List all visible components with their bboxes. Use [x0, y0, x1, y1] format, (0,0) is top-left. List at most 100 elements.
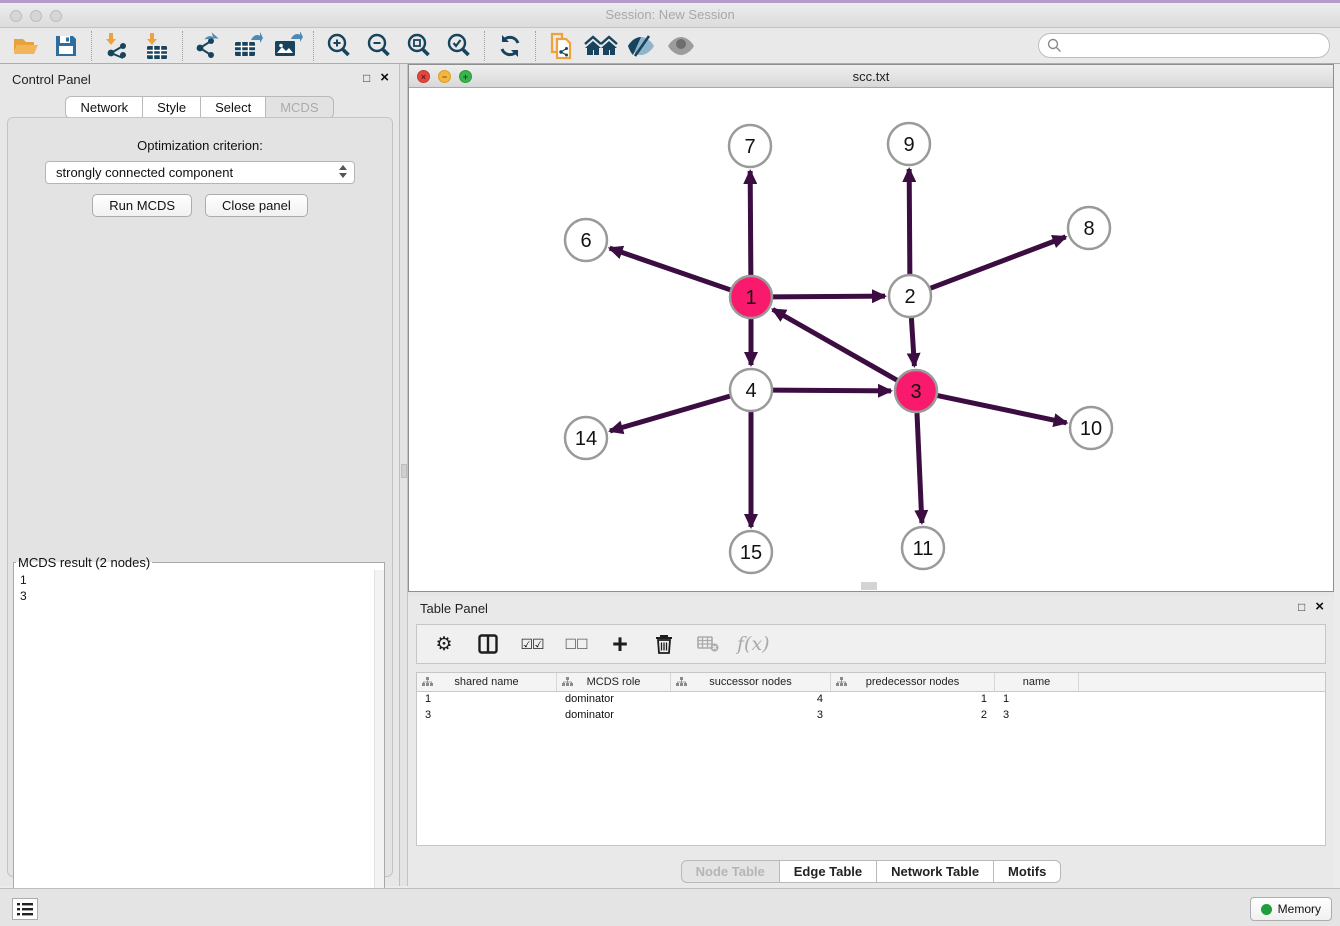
- export-network-icon: [193, 32, 223, 60]
- graph-edge-1-6[interactable]: [610, 248, 731, 290]
- table-panel: Table Panel □ × ⚙ ☑☑ ☐☐ + f(x) shared na…: [408, 596, 1334, 888]
- table-cell[interactable]: dominator: [557, 692, 671, 708]
- table-cell[interactable]: 1: [417, 692, 557, 708]
- zoom-out-button[interactable]: [359, 30, 399, 62]
- open-session-button[interactable]: [6, 30, 46, 62]
- graph-edge-2-3[interactable]: [911, 318, 914, 366]
- graph-edge-3-11[interactable]: [917, 413, 922, 523]
- graph-node-label: 4: [745, 380, 756, 402]
- close-panel-icon[interactable]: ×: [380, 71, 389, 85]
- export-network-button[interactable]: [188, 30, 228, 62]
- search-input[interactable]: [1038, 33, 1330, 58]
- table-body: 1dominator4113dominator323: [417, 692, 1325, 724]
- tab-motifs[interactable]: Motifs: [993, 860, 1061, 883]
- table-cell[interactable]: 1: [995, 692, 1079, 708]
- hierarchy-icon: [562, 677, 573, 687]
- export-image-button[interactable]: [268, 30, 308, 62]
- graph-edge-4-3[interactable]: [773, 390, 891, 391]
- table-cell[interactable]: dominator: [557, 708, 671, 724]
- import-network-button[interactable]: [97, 30, 137, 62]
- graph-edge-1-7[interactable]: [750, 171, 751, 275]
- network-window-titlebar[interactable]: × − + scc.txt: [409, 65, 1333, 88]
- col-shared-name[interactable]: shared name: [417, 673, 557, 691]
- graph-edge-2-9[interactable]: [909, 169, 910, 274]
- col-successor-nodes[interactable]: successor nodes: [671, 673, 831, 691]
- dropdown-stepper-icon: [339, 165, 347, 178]
- mcds-panel: Optimization criterion: strongly connect…: [7, 117, 393, 877]
- float-panel-icon[interactable]: □: [363, 71, 370, 85]
- clone-network-button[interactable]: [541, 30, 581, 62]
- mcds-result-text[interactable]: 13: [14, 570, 384, 926]
- network-canvas[interactable]: 7968124314101511: [409, 88, 1333, 591]
- col-predecessor-nodes[interactable]: predecessor nodes: [831, 673, 995, 691]
- deselect-all-icon[interactable]: ☐☐: [561, 629, 591, 659]
- zoom-in-button[interactable]: [319, 30, 359, 62]
- titlebar: Session: New Session: [0, 3, 1340, 28]
- zoom-selected-button[interactable]: [439, 30, 479, 62]
- control-panel: Control Panel □ × Network Style Select M…: [0, 64, 400, 886]
- table-row[interactable]: 3dominator323: [417, 708, 1325, 724]
- hierarchy-icon: [836, 677, 847, 687]
- memory-button[interactable]: Memory: [1250, 897, 1332, 921]
- home-icon: [584, 33, 618, 59]
- hide-selected-icon: [626, 34, 656, 58]
- tab-node-table[interactable]: Node Table: [681, 860, 779, 883]
- tab-edge-table[interactable]: Edge Table: [779, 860, 876, 883]
- network-window: × − + scc.txt 7968124314101511: [408, 64, 1334, 592]
- home-button[interactable]: [581, 30, 621, 62]
- criterion-dropdown[interactable]: strongly connected component: [45, 161, 355, 184]
- criterion-value: strongly connected component: [56, 165, 233, 180]
- zoom-fit-button[interactable]: [399, 30, 439, 62]
- tab-style[interactable]: Style: [142, 96, 200, 119]
- vertical-splitter[interactable]: [400, 64, 408, 886]
- canvas-resize-grip[interactable]: [861, 582, 877, 590]
- network-graph[interactable]: 7968124314101511: [409, 88, 1333, 591]
- result-scrollbar[interactable]: [374, 570, 384, 926]
- graph-edge-3-10[interactable]: [938, 396, 1067, 423]
- graph-edge-1-2[interactable]: [773, 296, 885, 297]
- select-all-icon[interactable]: ☑☑: [517, 629, 547, 659]
- split-view-icon[interactable]: [473, 629, 503, 659]
- col-mcds-role[interactable]: MCDS role: [557, 673, 671, 691]
- table-cell[interactable]: 3: [995, 708, 1079, 724]
- tab-network-table[interactable]: Network Table: [876, 860, 993, 883]
- close-panel-button[interactable]: Close panel: [205, 194, 308, 217]
- memory-label: Memory: [1278, 902, 1321, 916]
- function-builder-icon[interactable]: f(x): [737, 633, 770, 655]
- col-name[interactable]: name: [995, 673, 1079, 691]
- graph-edge-3-1[interactable]: [773, 309, 897, 380]
- status-bar: Memory: [0, 888, 1340, 926]
- table-cell[interactable]: [1079, 708, 1325, 724]
- table-cell[interactable]: [1079, 692, 1325, 708]
- table-cell[interactable]: 3: [671, 708, 831, 724]
- table-cell[interactable]: 4: [671, 692, 831, 708]
- float-table-panel-icon[interactable]: □: [1298, 600, 1305, 614]
- table-cell[interactable]: 3: [417, 708, 557, 724]
- export-image-icon: [273, 32, 303, 60]
- run-mcds-button[interactable]: Run MCDS: [92, 194, 192, 217]
- save-session-button[interactable]: [46, 30, 86, 62]
- tab-network[interactable]: Network: [65, 96, 142, 119]
- graph-edge-4-14[interactable]: [610, 396, 730, 431]
- table-cell[interactable]: 1: [831, 692, 995, 708]
- hide-selected-button[interactable]: [621, 30, 661, 62]
- gear-icon[interactable]: ⚙: [429, 629, 459, 659]
- splitter-grip[interactable]: [401, 464, 407, 478]
- graph-edge-2-8[interactable]: [931, 237, 1066, 288]
- export-table-button[interactable]: [228, 30, 268, 62]
- add-column-icon[interactable]: +: [605, 629, 635, 659]
- close-table-panel-icon[interactable]: ×: [1315, 600, 1324, 614]
- refresh-button[interactable]: [490, 30, 530, 62]
- delete-icon[interactable]: [649, 629, 679, 659]
- tab-select[interactable]: Select: [200, 96, 265, 119]
- graph-node-label: 15: [740, 542, 762, 564]
- table-row[interactable]: 1dominator411: [417, 692, 1325, 708]
- mcds-result-title: MCDS result (2 nodes): [16, 555, 152, 570]
- show-all-button[interactable]: [661, 30, 701, 62]
- tab-mcds[interactable]: MCDS: [265, 96, 333, 119]
- delete-table-icon[interactable]: [693, 629, 723, 659]
- table-cell[interactable]: 2: [831, 708, 995, 724]
- save-session-icon: [54, 34, 78, 58]
- import-table-button[interactable]: [137, 30, 177, 62]
- task-history-button[interactable]: [12, 898, 38, 920]
